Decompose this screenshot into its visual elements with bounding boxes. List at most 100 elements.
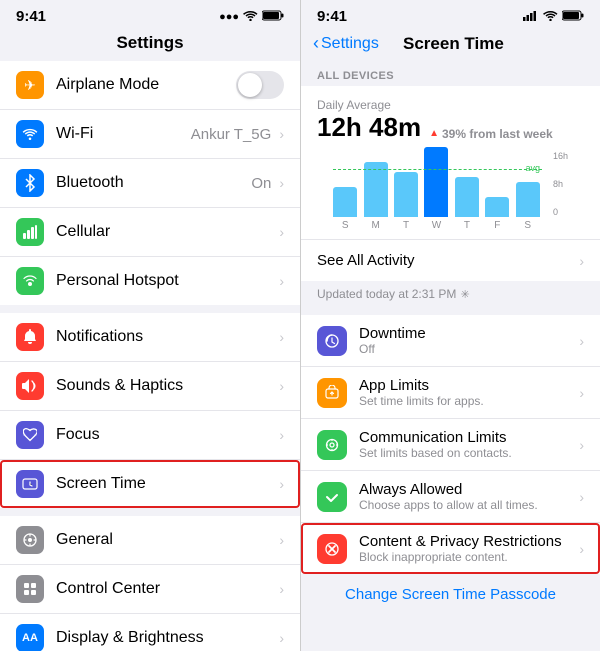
- signal-icon: ●●●: [219, 11, 239, 23]
- see-all-chevron: ›: [579, 253, 584, 269]
- screentime-content: Screen Time ›: [56, 475, 284, 493]
- settings-item-controlcenter[interactable]: Control Center ›: [0, 565, 300, 614]
- sync-icon: ✳: [460, 288, 469, 301]
- airplane-content: Airplane Mode: [56, 71, 284, 99]
- controlcenter-label: Control Center: [56, 580, 160, 598]
- wifi-icon-right: [543, 10, 558, 24]
- updated-text: Updated today at 2:31 PM: [317, 287, 456, 301]
- back-chevron-icon: ‹: [313, 33, 319, 54]
- status-icons-right: [523, 10, 584, 24]
- settings-item-notifications[interactable]: Notifications ›: [0, 313, 300, 362]
- battery-icon: [262, 10, 284, 24]
- back-button[interactable]: ‹ Settings: [313, 33, 379, 54]
- settings-item-airplane[interactable]: ✈ Airplane Mode: [0, 61, 300, 110]
- wifi-content: Wi-Fi Ankur T_5G ›: [56, 125, 284, 143]
- change-passcode-button[interactable]: Change Screen Time Passcode: [301, 574, 600, 615]
- updated-label: Updated today at 2:31 PM ✳: [301, 281, 600, 307]
- time-left: 9:41: [16, 8, 46, 25]
- settings-scroll: ✈ Airplane Mode Wi-Fi Ankur T_5G: [0, 61, 300, 651]
- focus-chevron: ›: [279, 427, 284, 443]
- applimits-chevron: ›: [579, 385, 584, 401]
- change-passcode-label: Change Screen Time Passcode: [345, 586, 556, 603]
- wifi-icon: [16, 120, 44, 148]
- alwaysallowed-chevron: ›: [579, 489, 584, 505]
- settings-group-connectivity: ✈ Airplane Mode Wi-Fi Ankur T_5G: [0, 61, 300, 305]
- controlcenter-chevron: ›: [279, 581, 284, 597]
- hotspot-content: Personal Hotspot ›: [56, 272, 284, 290]
- left-panel: 9:41 ●●● Settings ✈ Airplane Mode: [0, 0, 300, 651]
- chart-day-f: F: [494, 220, 500, 231]
- applimits-icon: [317, 378, 347, 408]
- chart-bar-t1: T: [394, 172, 418, 231]
- daily-avg-change-text: 39% from last week: [442, 127, 553, 141]
- st-item-commlimits[interactable]: Communication Limits Set limits based on…: [301, 419, 600, 471]
- applimits-text: App Limits Set time limits for apps.: [359, 377, 575, 408]
- chart-container: 16h 8h 0 avg S: [317, 143, 584, 239]
- screentime-icon: [16, 470, 44, 498]
- st-item-alwaysallowed[interactable]: Always Allowed Choose apps to allow at a…: [301, 471, 600, 523]
- chart-bar-f-bar: [485, 197, 509, 217]
- st-item-contentprivacy[interactable]: Content & Privacy Restrictions Block ina…: [301, 523, 600, 574]
- settings-item-sounds[interactable]: Sounds & Haptics ›: [0, 362, 300, 411]
- battery-icon-right: [562, 10, 584, 24]
- bluetooth-label: Bluetooth: [56, 174, 124, 192]
- daily-avg-card: Daily Average 12h 48m ▲ 39% from last we…: [301, 86, 600, 239]
- wifi-chevron: ›: [279, 126, 284, 142]
- controlcenter-icon: [16, 575, 44, 603]
- chart-bar-s1: S: [333, 187, 357, 231]
- airplane-toggle[interactable]: [236, 71, 284, 99]
- wifi-label: Wi-Fi: [56, 125, 93, 143]
- st-item-downtime[interactable]: Downtime Off ›: [301, 315, 600, 367]
- status-icons-left: ●●●: [219, 10, 284, 24]
- alwaysallowed-title: Always Allowed: [359, 481, 575, 498]
- cellular-icon: [16, 218, 44, 246]
- settings-item-wifi[interactable]: Wi-Fi Ankur T_5G ›: [0, 110, 300, 159]
- screentime-label: Screen Time: [56, 475, 146, 493]
- display-icon: AA: [16, 624, 44, 651]
- bluetooth-content: Bluetooth On ›: [56, 174, 284, 192]
- settings-item-general[interactable]: General ›: [0, 516, 300, 565]
- focus-icon: [16, 421, 44, 449]
- daily-avg-value: 12h 48m: [317, 112, 421, 143]
- sounds-chevron: ›: [279, 378, 284, 394]
- daily-avg-change: ▲ 39% from last week: [429, 127, 553, 141]
- see-all-activity-button[interactable]: See All Activity ›: [301, 239, 600, 281]
- settings-item-bluetooth[interactable]: Bluetooth On ›: [0, 159, 300, 208]
- general-icon: [16, 526, 44, 554]
- settings-item-screentime[interactable]: Screen Time ›: [0, 460, 300, 508]
- wifi-status-icon: [243, 10, 258, 24]
- chart-bar-w: W: [424, 147, 448, 231]
- chart-y-0: 0: [553, 207, 568, 217]
- settings-item-cellular[interactable]: Cellular ›: [0, 208, 300, 257]
- chart-bars: S M T W: [333, 151, 568, 231]
- focus-label: Focus: [56, 426, 100, 444]
- settings-item-display[interactable]: AA Display & Brightness ›: [0, 614, 300, 651]
- alwaysallowed-text: Always Allowed Choose apps to allow at a…: [359, 481, 575, 512]
- screentime-items-group: Downtime Off › App Limits Set time limit…: [301, 315, 600, 574]
- notifications-content: Notifications ›: [56, 328, 284, 346]
- chart-bar-s2-bar: [516, 182, 540, 217]
- avg-line: [333, 169, 542, 170]
- display-chevron: ›: [279, 630, 284, 646]
- downtime-chevron: ›: [579, 333, 584, 349]
- chart-day-t2: T: [464, 220, 470, 231]
- settings-item-hotspot[interactable]: Personal Hotspot ›: [0, 257, 300, 305]
- contentprivacy-chevron: ›: [579, 541, 584, 557]
- chart-bar-t1-bar: [394, 172, 418, 217]
- settings-group-system: Notifications › Sounds & Haptics ›: [0, 313, 300, 508]
- commlimits-title: Communication Limits: [359, 429, 575, 446]
- cellular-label: Cellular: [56, 223, 110, 241]
- general-content: General ›: [56, 531, 284, 549]
- commlimits-sub: Set limits based on contacts.: [359, 446, 575, 460]
- notifications-icon: [16, 323, 44, 351]
- chart-bar-s1-bar: [333, 187, 357, 217]
- settings-item-focus[interactable]: Focus ›: [0, 411, 300, 460]
- sounds-content: Sounds & Haptics ›: [56, 377, 284, 395]
- bluetooth-value: On: [251, 175, 271, 192]
- display-content: Display & Brightness ›: [56, 629, 284, 647]
- status-bar-right: 9:41: [301, 0, 600, 29]
- st-item-applimits[interactable]: App Limits Set time limits for apps. ›: [301, 367, 600, 419]
- wifi-value: Ankur T_5G: [191, 126, 272, 143]
- settings-title: Settings: [0, 29, 300, 61]
- contentprivacy-sub: Block inappropriate content.: [359, 550, 575, 564]
